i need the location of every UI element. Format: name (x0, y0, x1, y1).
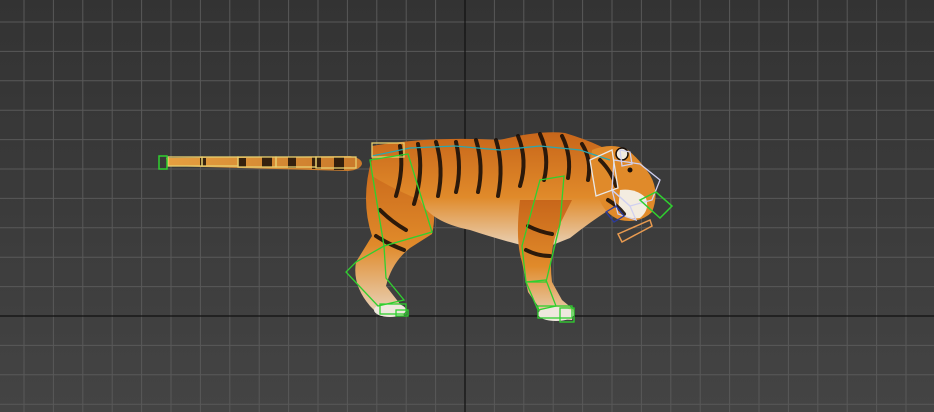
tiger-eye (627, 167, 633, 173)
tail-end-bone (158, 155, 168, 170)
jaw-bone (616, 218, 653, 244)
viewport-scene (0, 0, 934, 412)
perspective-viewport[interactable] (0, 0, 934, 412)
